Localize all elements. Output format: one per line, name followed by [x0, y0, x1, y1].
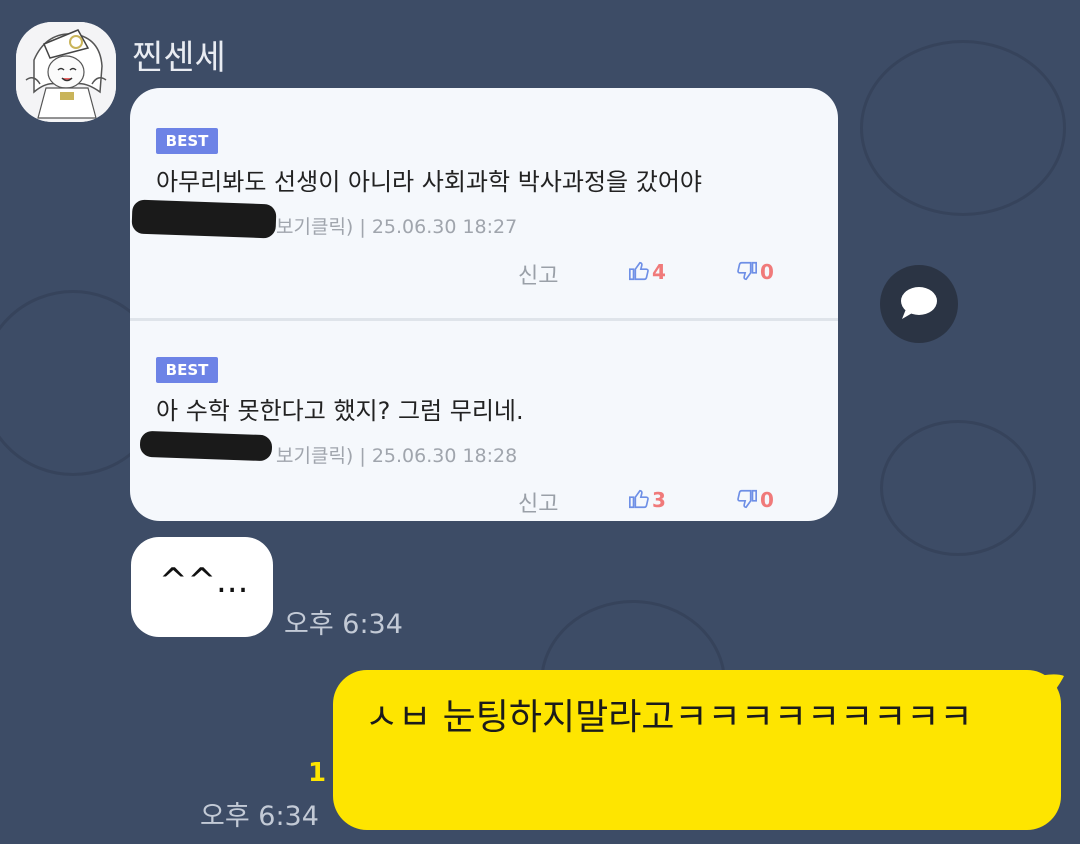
redaction-scribble: [139, 430, 273, 462]
best-badge: BEST: [156, 128, 218, 154]
thumbs-up-icon: [629, 489, 649, 509]
thumbs-down-icon: [737, 489, 757, 509]
comment-item: BEST 아무리봐도 선생이 아니라 사회과학 박사과정을 갔어야 보기클릭) …: [130, 88, 838, 318]
like-count: 4: [652, 260, 666, 284]
report-button[interactable]: 신고: [518, 258, 558, 290]
redaction-scribble: [131, 199, 277, 239]
bubble-tail: [1030, 674, 1064, 704]
shared-comments-card[interactable]: BEST 아무리봐도 선생이 아니라 사회과학 박사과정을 갔어야 보기클릭) …: [130, 88, 838, 521]
like-button[interactable]: 3: [628, 488, 666, 512]
message-text: ^^...: [159, 561, 249, 601]
comment-text: 아무리봐도 선생이 아니라 사회과학 박사과정을 갔어야: [156, 168, 702, 196]
received-message-bubble[interactable]: ^^...: [131, 537, 273, 637]
sender-avatar[interactable]: [16, 22, 116, 122]
best-badge: BEST: [156, 357, 218, 383]
received-message-time: 오후 6:34: [284, 609, 403, 640]
comment-item: BEST 아 수학 못한다고 했지? 그럼 무리네. 보기클릭) | 25.06…: [130, 321, 838, 521]
dislike-button[interactable]: 0: [736, 260, 774, 284]
dislike-button[interactable]: 0: [736, 488, 774, 512]
share-chat-icon: [901, 287, 937, 319]
comment-text: 아 수학 못한다고 했지? 그럼 무리네.: [156, 397, 524, 425]
dislike-count: 0: [760, 260, 774, 284]
like-button[interactable]: 4: [628, 260, 666, 284]
dislike-count: 0: [760, 488, 774, 512]
comment-meta-text: 보기클릭) | 25.06.30 18:27: [276, 216, 518, 238]
background-doodle: [860, 40, 1066, 216]
share-chat-button[interactable]: [880, 265, 958, 343]
avatar-image: [16, 22, 116, 122]
thumbs-up-icon: [629, 261, 649, 281]
background-doodle: [880, 420, 1036, 556]
comment-meta-text: 보기클릭) | 25.06.30 18:28: [276, 445, 518, 467]
sent-message-time: 오후 6:34: [200, 801, 319, 832]
message-text: ㅅㅂ 눈팅하지말라고ㅋㅋㅋㅋㅋㅋㅋㅋㅋ: [365, 697, 973, 738]
sender-name: 찐센세: [132, 38, 226, 78]
like-count: 3: [652, 488, 666, 512]
thumbs-down-icon: [737, 261, 757, 281]
report-button[interactable]: 신고: [518, 486, 558, 518]
sent-message-bubble[interactable]: ㅅㅂ 눈팅하지말라고ㅋㅋㅋㅋㅋㅋㅋㅋㅋ: [333, 670, 1061, 830]
unread-count: 1: [308, 758, 327, 788]
